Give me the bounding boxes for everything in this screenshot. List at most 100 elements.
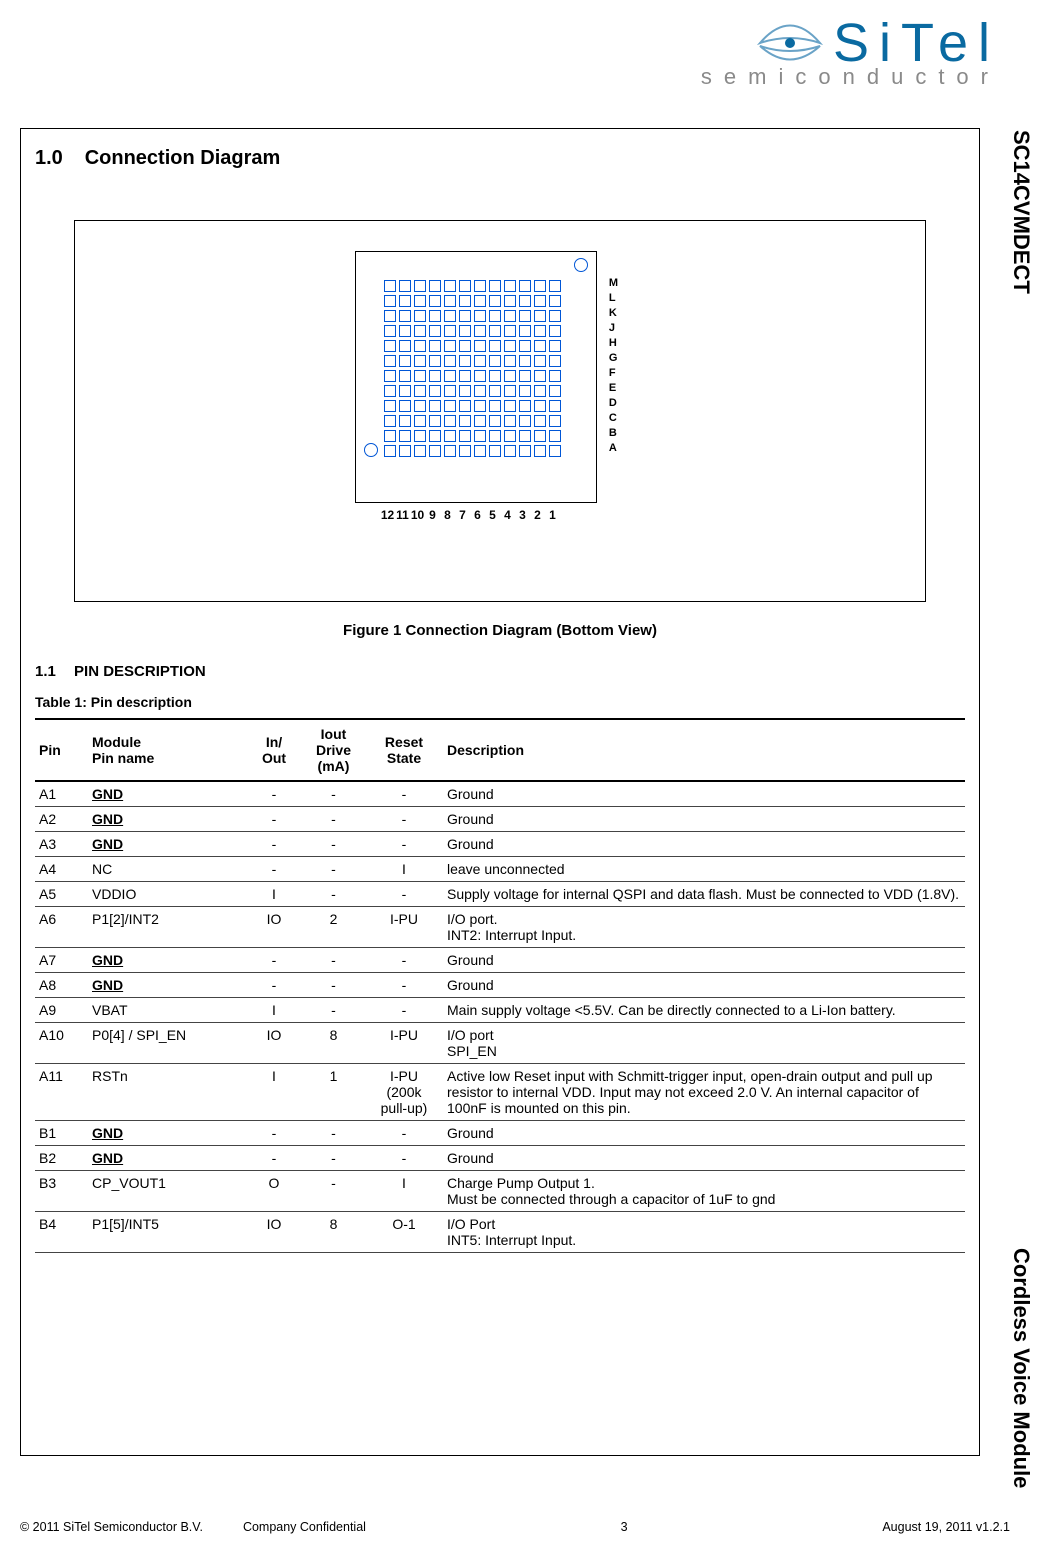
bga-pad bbox=[414, 400, 426, 412]
bga-pad bbox=[384, 370, 396, 382]
bga-pad bbox=[384, 310, 396, 322]
bga-pad bbox=[429, 370, 441, 382]
cell-io: - bbox=[246, 973, 302, 998]
table-header-row: Pin ModulePin name In/Out IoutDrive(mA) … bbox=[35, 719, 965, 781]
cell-pin: A8 bbox=[35, 973, 88, 998]
bga-pad bbox=[474, 415, 486, 427]
bga-pad bbox=[414, 385, 426, 397]
cell-name: GND bbox=[88, 1121, 246, 1146]
row-label: J bbox=[609, 321, 618, 336]
cell-name: VBAT bbox=[88, 998, 246, 1023]
bga-pad bbox=[474, 430, 486, 442]
cell-name: RSTn bbox=[88, 1064, 246, 1121]
bga-pad bbox=[519, 430, 531, 442]
cell-reset: O-1 bbox=[365, 1212, 443, 1253]
bga-pad bbox=[549, 430, 561, 442]
figure-caption: Figure 1 Connection Diagram (Bottom View… bbox=[35, 622, 965, 639]
bga-pad bbox=[444, 415, 456, 427]
col-label: 4 bbox=[500, 508, 515, 522]
bga-pad bbox=[549, 370, 561, 382]
bga-pad bbox=[549, 280, 561, 292]
bga-pad bbox=[399, 325, 411, 337]
cell-drive: 8 bbox=[302, 1212, 365, 1253]
cell-name: GND bbox=[88, 807, 246, 832]
pin-table: Pin ModulePin name In/Out IoutDrive(mA) … bbox=[35, 718, 965, 1253]
bga-pad bbox=[414, 310, 426, 322]
cell-drive: - bbox=[302, 781, 365, 807]
th-name: ModulePin name bbox=[88, 719, 246, 781]
cell-io: - bbox=[246, 857, 302, 882]
cell-drive: 8 bbox=[302, 1023, 365, 1064]
bga-pad bbox=[444, 400, 456, 412]
col-label: 6 bbox=[470, 508, 485, 522]
bga-pad bbox=[504, 310, 516, 322]
subsection-number: 1.1 bbox=[35, 663, 56, 680]
bga-pad bbox=[489, 310, 501, 322]
table-title: Table 1: Pin description bbox=[35, 694, 965, 710]
row-label: A bbox=[609, 441, 618, 456]
bga-pad bbox=[504, 340, 516, 352]
cell-desc: I/O port.INT2: Interrupt Input. bbox=[443, 907, 965, 948]
cell-reset: I-PU bbox=[365, 1023, 443, 1064]
bga-pad bbox=[399, 400, 411, 412]
bga-pad bbox=[444, 370, 456, 382]
bga-pad bbox=[504, 445, 516, 457]
bga-pad bbox=[519, 340, 531, 352]
cell-pin: B3 bbox=[35, 1171, 88, 1212]
cell-name: GND bbox=[88, 781, 246, 807]
row-label: E bbox=[609, 381, 618, 396]
bga-pad bbox=[414, 325, 426, 337]
bga-pad bbox=[429, 310, 441, 322]
bga-pad bbox=[489, 280, 501, 292]
bga-pad bbox=[489, 370, 501, 382]
bga-pad bbox=[429, 325, 441, 337]
bga-pad bbox=[519, 295, 531, 307]
bga-pad bbox=[549, 385, 561, 397]
row-labels: MLKJHGFEDCBA bbox=[609, 276, 618, 456]
cell-pin: B4 bbox=[35, 1212, 88, 1253]
bga-pad bbox=[384, 325, 396, 337]
bga-pad bbox=[459, 325, 471, 337]
bga-pad bbox=[519, 355, 531, 367]
cell-io: - bbox=[246, 832, 302, 857]
col-label: 9 bbox=[425, 508, 440, 522]
bga-pad bbox=[519, 280, 531, 292]
side-label-bottom: Cordless Voice Module bbox=[1008, 1248, 1034, 1488]
bga-pad bbox=[534, 310, 546, 322]
bga-pad bbox=[429, 430, 441, 442]
cell-name: P1[2]/INT2 bbox=[88, 907, 246, 948]
row-label: B bbox=[609, 426, 618, 441]
section-number: 1.0 bbox=[35, 147, 63, 169]
cell-name: GND bbox=[88, 973, 246, 998]
bga-pad bbox=[474, 310, 486, 322]
cell-desc: Charge Pump Output 1.Must be connected t… bbox=[443, 1171, 965, 1212]
col-labels: 121110987654321 bbox=[380, 508, 560, 522]
bga-pad bbox=[534, 295, 546, 307]
cell-io: I bbox=[246, 882, 302, 907]
bga-pad bbox=[504, 295, 516, 307]
bga-pad bbox=[504, 355, 516, 367]
cell-name: GND bbox=[88, 948, 246, 973]
cell-pin: A7 bbox=[35, 948, 88, 973]
table-row: A9VBATI--Main supply voltage <5.5V. Can … bbox=[35, 998, 965, 1023]
bga-pad bbox=[429, 355, 441, 367]
cell-pin: A11 bbox=[35, 1064, 88, 1121]
cell-pin: A2 bbox=[35, 807, 88, 832]
cell-pin: B1 bbox=[35, 1121, 88, 1146]
bga-pad bbox=[519, 325, 531, 337]
bga-pad bbox=[534, 355, 546, 367]
col-label: 10 bbox=[410, 508, 425, 522]
bga-pad bbox=[429, 415, 441, 427]
bga-pad bbox=[444, 295, 456, 307]
bga-pad bbox=[519, 415, 531, 427]
pad-grid bbox=[384, 280, 561, 457]
bga-pad bbox=[549, 295, 561, 307]
cell-reset: - bbox=[365, 807, 443, 832]
bga-pad bbox=[444, 445, 456, 457]
bga-pad bbox=[459, 400, 471, 412]
bga-pad bbox=[489, 355, 501, 367]
table-row: A6P1[2]/INT2IO2I-PUI/O port.INT2: Interr… bbox=[35, 907, 965, 948]
bga-pad bbox=[474, 340, 486, 352]
cell-desc: Ground bbox=[443, 1121, 965, 1146]
subsection-title: PIN DESCRIPTION bbox=[74, 663, 206, 680]
